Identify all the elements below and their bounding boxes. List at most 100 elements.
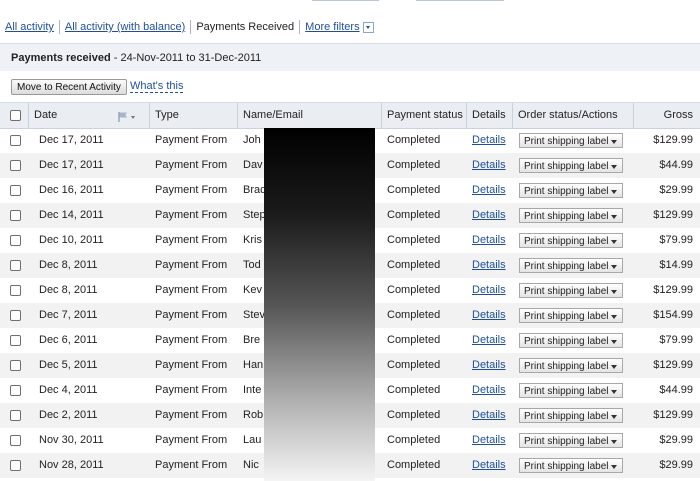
- row-checkbox[interactable]: [10, 210, 21, 221]
- row-date: Dec 6, 2011: [39, 334, 98, 346]
- row-details-link[interactable]: Details: [472, 378, 506, 403]
- row-checkbox[interactable]: [10, 260, 21, 271]
- row-order-action-select[interactable]: Print shipping label: [519, 333, 623, 348]
- row-order-action-select[interactable]: Print shipping label: [519, 458, 623, 473]
- row-name[interactable]: Kris: [243, 228, 262, 253]
- row-name[interactable]: Bre: [243, 328, 260, 353]
- row-order-action-select[interactable]: Print shipping label: [519, 208, 623, 223]
- row-order-action-label: Print shipping label: [524, 386, 609, 397]
- row-type: Payment From: [155, 209, 228, 221]
- flag-filter-icon[interactable]: [118, 111, 138, 123]
- row-name[interactable]: Inte: [243, 378, 261, 403]
- row-checkbox[interactable]: [10, 310, 21, 321]
- row-gross-amount: $129.99: [653, 409, 693, 421]
- row-details-link[interactable]: Details: [472, 203, 506, 228]
- row-order-action-label: Print shipping label: [524, 361, 609, 372]
- row-gross-amount: $79.99: [659, 334, 693, 346]
- row-checkbox[interactable]: [10, 410, 21, 421]
- row-details-link[interactable]: Details: [472, 128, 506, 153]
- row-gross-amount: $29.99: [659, 459, 693, 471]
- column-header-payment-status[interactable]: Payment status: [387, 103, 463, 128]
- row-order-action-select[interactable]: Print shipping label: [519, 233, 623, 248]
- row-details-link[interactable]: Details: [472, 278, 506, 303]
- row-details-link[interactable]: Details: [472, 228, 506, 253]
- row-order-action-select[interactable]: Print shipping label: [519, 408, 623, 423]
- row-order-action-select[interactable]: Print shipping label: [519, 433, 623, 448]
- row-order-action-select[interactable]: Print shipping label: [519, 258, 623, 273]
- row-name[interactable]: Brad: [243, 178, 266, 203]
- row-order-action-select[interactable]: Print shipping label: [519, 383, 623, 398]
- column-header-type[interactable]: Type: [155, 103, 179, 128]
- row-name[interactable]: Nic: [243, 453, 259, 478]
- more-filters-dropdown-icon[interactable]: [362, 21, 374, 33]
- whats-this-link[interactable]: What's this: [130, 80, 184, 93]
- row-gross-amount: $44.99: [659, 384, 693, 396]
- row-name[interactable]: Step: [243, 203, 266, 228]
- more-filters-link[interactable]: More filters: [305, 21, 359, 33]
- select-all-checkbox[interactable]: [10, 110, 21, 121]
- row-type: Payment From: [155, 409, 228, 421]
- row-type: Payment From: [155, 234, 228, 246]
- column-header-date[interactable]: Date: [34, 103, 57, 128]
- row-order-action-select[interactable]: Print shipping label: [519, 283, 623, 298]
- all-activity-balance-link[interactable]: All activity (with balance): [65, 21, 185, 33]
- row-name[interactable]: Lau: [243, 428, 261, 453]
- row-details-link[interactable]: Details: [472, 253, 506, 278]
- chevron-down-icon: [611, 465, 617, 469]
- row-order-action-label: Print shipping label: [524, 411, 609, 422]
- row-gross-amount: $129.99: [653, 284, 693, 296]
- row-name[interactable]: Stev: [243, 303, 265, 328]
- row-checkbox[interactable]: [10, 385, 21, 396]
- row-checkbox[interactable]: [10, 285, 21, 296]
- row-name[interactable]: Tod: [243, 253, 261, 278]
- column-header-name-email[interactable]: Name/Email: [243, 103, 303, 128]
- move-to-recent-activity-button[interactable]: Move to Recent Activity: [11, 79, 127, 95]
- row-type: Payment From: [155, 359, 228, 371]
- action-bar: Move to Recent Activity What's this: [0, 71, 700, 103]
- row-order-action-label: Print shipping label: [524, 161, 609, 172]
- nav-divider: [190, 20, 192, 34]
- column-header-gross[interactable]: Gross: [664, 103, 693, 128]
- row-checkbox[interactable]: [10, 360, 21, 371]
- row-details-link[interactable]: Details: [472, 178, 506, 203]
- row-checkbox[interactable]: [10, 460, 21, 471]
- row-checkbox[interactable]: [10, 235, 21, 246]
- row-order-action-select[interactable]: Print shipping label: [519, 358, 623, 373]
- chevron-down-icon: [611, 265, 617, 269]
- row-checkbox[interactable]: [10, 185, 21, 196]
- row-details-link[interactable]: Details: [472, 428, 506, 453]
- all-activity-link[interactable]: All activity: [5, 21, 54, 33]
- row-order-action-select[interactable]: Print shipping label: [519, 133, 623, 148]
- row-details-link[interactable]: Details: [472, 453, 506, 478]
- row-order-action-select[interactable]: Print shipping label: [519, 183, 623, 198]
- row-gross-amount: $129.99: [653, 359, 693, 371]
- row-date: Dec 16, 2011: [39, 184, 104, 196]
- row-order-action-label: Print shipping label: [524, 136, 609, 147]
- row-checkbox[interactable]: [10, 335, 21, 346]
- row-checkbox[interactable]: [10, 435, 21, 446]
- row-details-link[interactable]: Details: [472, 403, 506, 428]
- chevron-down-icon: [611, 340, 617, 344]
- row-details-link[interactable]: Details: [472, 328, 506, 353]
- row-checkbox[interactable]: [10, 135, 21, 146]
- row-order-action-select[interactable]: Print shipping label: [519, 158, 623, 173]
- row-details-link[interactable]: Details: [472, 353, 506, 378]
- column-header-details: Details: [472, 109, 506, 121]
- row-order-action-label: Print shipping label: [524, 311, 609, 322]
- row-date: Nov 28, 2011: [39, 459, 104, 471]
- payments-received-current: Payments Received: [196, 21, 295, 33]
- chevron-down-icon: [611, 290, 617, 294]
- row-details-link[interactable]: Details: [472, 153, 506, 178]
- row-checkbox[interactable]: [10, 160, 21, 171]
- row-payment-status: Completed: [387, 259, 441, 271]
- row-order-action-select[interactable]: Print shipping label: [519, 308, 623, 323]
- row-name[interactable]: Rob: [243, 403, 263, 428]
- row-name[interactable]: Kev: [243, 278, 262, 303]
- column-divider: [28, 103, 29, 128]
- row-name[interactable]: Han: [243, 353, 263, 378]
- row-name[interactable]: Joh: [243, 128, 261, 153]
- row-details-link[interactable]: Details: [472, 303, 506, 328]
- chevron-down-icon: [611, 365, 617, 369]
- row-name[interactable]: Dav: [243, 153, 263, 178]
- row-payment-status: Completed: [387, 434, 441, 446]
